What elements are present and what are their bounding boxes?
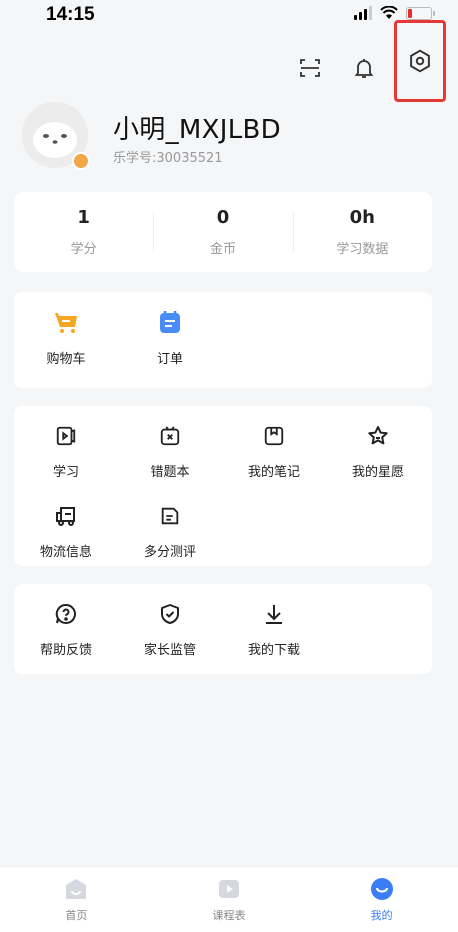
logistics-label: 物流信息 [39, 545, 92, 560]
stat-credits[interactable]: 1 学分 [14, 192, 153, 272]
stat-value: 1 [77, 207, 90, 228]
top-actions [276, 20, 446, 102]
cart-button[interactable]: 购物车 [14, 292, 118, 367]
stat-study-data[interactable]: 0h 学习数据 [292, 192, 432, 272]
stats-card: 1 学分 0 金币 0h 学习数据 [14, 192, 432, 272]
logistics-button[interactable]: 物流信息 [14, 486, 118, 560]
help-card: 帮助反馈 家长监管 我的下载 [14, 584, 432, 674]
video-play-icon [52, 422, 80, 449]
bottom-tab-bar: 首页 课程表 我的 [0, 866, 458, 932]
mistake-book-icon [156, 422, 184, 449]
mistakes-label: 错题本 [150, 465, 190, 480]
shop-card: 购物车 订单 [14, 292, 432, 388]
notebook-icon [260, 422, 288, 449]
shield-check-icon [156, 600, 184, 627]
stat-label: 学习数据 [336, 242, 389, 257]
downloads-button[interactable]: 我的下载 [222, 584, 326, 658]
signal-icon [354, 6, 372, 20]
study-label: 学习 [52, 465, 79, 480]
assessment-button[interactable]: 多分测评 [118, 486, 222, 560]
orders-button[interactable]: 订单 [118, 292, 222, 367]
cart-label: 购物车 [46, 352, 86, 367]
notes-button[interactable]: 我的笔记 [222, 406, 326, 480]
cart-icon [52, 308, 80, 336]
feedback-button[interactable]: 帮助反馈 [14, 584, 118, 658]
tab-home[interactable]: 首页 [0, 867, 153, 932]
learning-card: 学习 错题本 我的笔记 我的星愿 物流信息 多分测评 [14, 406, 432, 566]
tab-schedule-label: 课程表 [212, 909, 246, 922]
status-icons [354, 6, 435, 20]
notes-label: 我的笔记 [247, 465, 300, 480]
notification-button[interactable] [344, 48, 384, 88]
stat-value: 0h [349, 207, 375, 228]
settings-icon [410, 49, 430, 73]
mistakes-button[interactable]: 错题本 [118, 406, 222, 480]
home-icon [62, 875, 90, 903]
truck-icon [52, 502, 80, 529]
assessment-label: 多分测评 [143, 545, 196, 560]
stat-coins[interactable]: 0 金币 [153, 192, 292, 272]
parental-control-button[interactable]: 家长监管 [118, 584, 222, 658]
downloads-label: 我的下载 [247, 643, 300, 658]
username: 小明_MXJLBD [113, 115, 281, 145]
bell-icon [354, 59, 374, 78]
download-icon [260, 600, 288, 627]
scan-icon [300, 59, 320, 77]
feedback-label: 帮助反馈 [39, 643, 92, 658]
assessment-icon [156, 502, 184, 529]
stat-label: 金币 [209, 242, 236, 257]
scan-button[interactable] [290, 48, 330, 88]
help-question-icon [52, 600, 80, 627]
status-time: 14:15 [46, 4, 95, 25]
tab-home-label: 首页 [65, 909, 88, 922]
avatar-badge [72, 152, 90, 170]
wishes-button[interactable]: 我的星愿 [326, 406, 430, 480]
wifi-icon [380, 6, 398, 19]
mine-icon [368, 875, 396, 903]
tab-schedule[interactable]: 课程表 [153, 867, 306, 932]
battery-icon [406, 6, 435, 20]
status-bar: 14:15 [0, 0, 458, 34]
profile-page: 14:15 小明_MXJLBD 乐学号:30035521 1 学分 0 金币 0… [0, 0, 458, 932]
course-schedule-icon [215, 875, 243, 903]
avatar[interactable] [22, 102, 90, 170]
tab-mine[interactable]: 我的 [305, 867, 458, 932]
orders-label: 订单 [156, 352, 183, 367]
settings-button[interactable] [394, 20, 446, 102]
tab-mine-label: 我的 [370, 909, 393, 922]
order-icon [156, 308, 184, 336]
parental-control-label: 家长监管 [143, 643, 196, 658]
stat-value: 0 [216, 207, 230, 228]
study-button[interactable]: 学习 [14, 406, 118, 480]
wishes-label: 我的星愿 [351, 465, 404, 480]
stat-label: 学分 [70, 242, 97, 257]
star-icon [364, 422, 392, 449]
learn-id: 乐学号:30035521 [113, 151, 223, 166]
